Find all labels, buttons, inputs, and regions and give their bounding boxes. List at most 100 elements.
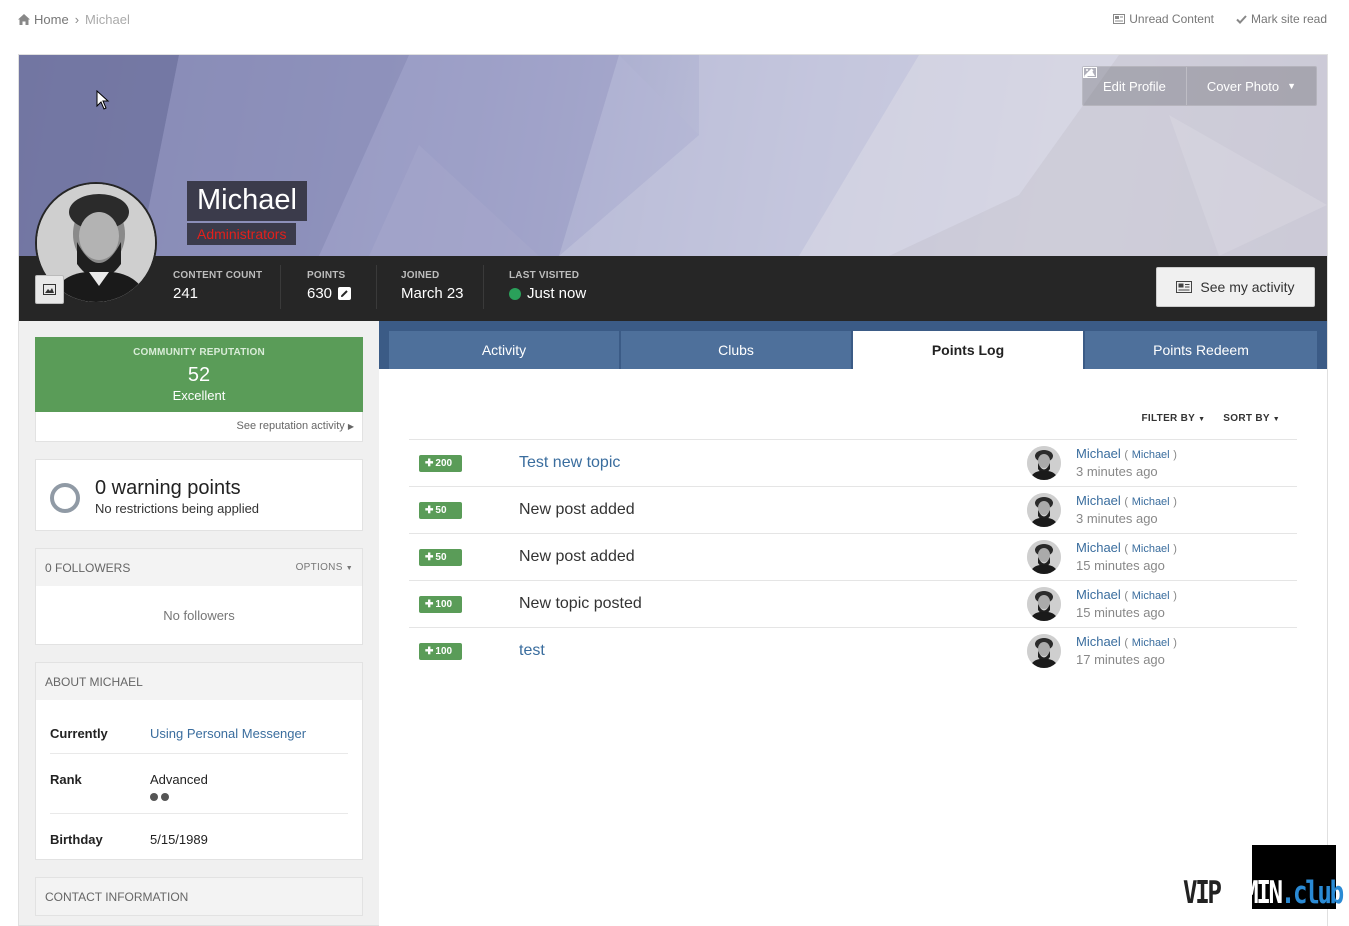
avatar[interactable] <box>1027 446 1061 480</box>
user-small-link[interactable]: Michael <box>1132 590 1170 602</box>
followers-empty: No followers <box>163 607 235 623</box>
user-small-link[interactable]: Michael <box>1132 637 1170 649</box>
log-title: New post added <box>519 548 635 565</box>
points-badge: ✚ 50 <box>419 549 462 566</box>
avatar[interactable] <box>1027 493 1061 527</box>
log-time: 3 minutes ago <box>1076 464 1158 479</box>
sort-by-button[interactable]: SORT BY ▼ <box>1223 413 1280 424</box>
mark-site-read-label: Mark site read <box>1250 12 1327 26</box>
breadcrumb-home[interactable]: Home <box>18 12 69 27</box>
newspaper-icon <box>1176 281 1193 293</box>
top-bar: Home › Michael Unread Content Mark site … <box>0 0 1349 40</box>
cover-actions: Edit Profile Cover Photo ▼ <box>1081 66 1317 106</box>
contact-widget: CONTACT INFORMATION <box>35 877 363 916</box>
stat-joined: JOINED March 23 <box>401 270 464 302</box>
tab-points-redeem[interactable]: Points Redeem <box>1085 331 1317 369</box>
tab-clubs[interactable]: Clubs <box>621 331 851 369</box>
user-small-link[interactable]: Michael <box>1132 449 1170 461</box>
cover-photo-button[interactable]: Cover Photo ▼ <box>1082 67 1316 105</box>
see-reputation-activity-link[interactable]: See reputation activity ▶ <box>35 412 363 442</box>
warning-ring-icon <box>50 483 80 513</box>
stat-label: JOINED <box>401 270 440 281</box>
see-my-activity-label: See my activity <box>1200 279 1295 295</box>
points-value: 50 <box>435 552 447 563</box>
edit-points-icon[interactable] <box>338 287 352 300</box>
points-value: 100 <box>435 646 453 657</box>
user-link[interactable]: Michael <box>1076 587 1121 602</box>
tab-activity[interactable]: Activity <box>389 331 619 369</box>
edit-profile-button[interactable]: Edit Profile <box>1083 67 1186 105</box>
caret-down-icon: ▼ <box>1198 416 1206 423</box>
watermark-mid: ADMIN <box>1219 875 1283 911</box>
about-widget: ABOUT MICHAEL Currently Using Personal M… <box>35 662 363 860</box>
image-icon <box>43 284 56 295</box>
plus-icon: ✚ <box>425 458 434 469</box>
log-time: 15 minutes ago <box>1076 558 1165 573</box>
about-row-birthday: Birthday 5/15/1989 <box>50 814 348 859</box>
user-link[interactable]: Michael <box>1076 540 1121 555</box>
watermark-prefix: VIP <box>1183 875 1222 911</box>
log-title-link[interactable]: test <box>519 642 545 660</box>
log-filters: FILTER BY ▼ SORT BY ▼ <box>1142 413 1280 424</box>
about-value-link[interactable]: Using Personal Messenger <box>150 726 306 741</box>
mouse-cursor-icon <box>96 90 110 110</box>
stat-label: CONTENT COUNT <box>173 270 263 281</box>
change-photo-button[interactable] <box>35 275 64 304</box>
list-item: ✚ 200 Test new topic Michael ( Michael ) … <box>409 440 1297 487</box>
list-item: ✚ 100 New topic posted Michael ( Michael … <box>409 581 1297 628</box>
about-key: Currently <box>50 726 108 741</box>
stat-label: POINTS <box>307 270 346 281</box>
user-small-link[interactable]: Michael <box>1132 496 1170 508</box>
points-badge: ✚ 50 <box>419 502 462 519</box>
log-time: 17 minutes ago <box>1076 652 1165 667</box>
log-user: Michael ( Michael ) <box>1076 540 1177 555</box>
online-status-icon <box>509 287 521 300</box>
stat-divider <box>376 265 377 309</box>
tab-points-log[interactable]: Points Log <box>853 331 1083 369</box>
avatar[interactable] <box>1027 540 1061 574</box>
reputation-panel: COMMUNITY REPUTATION 52 Excellent <box>35 337 363 412</box>
profile-name: Michael <box>187 181 307 221</box>
avatar[interactable] <box>1027 634 1061 668</box>
contact-header: CONTACT INFORMATION <box>36 878 362 915</box>
newspaper-icon <box>1113 14 1126 24</box>
plus-icon: ✚ <box>425 646 434 657</box>
stat-value: 630 <box>307 285 333 302</box>
unread-content-link[interactable]: Unread Content <box>1113 12 1214 26</box>
profile-main: Activity Clubs Points Log Points Redeem … <box>379 321 1327 926</box>
followers-title: 0 FOLLOWERS <box>45 560 131 575</box>
rank-label: Advanced <box>150 772 208 787</box>
user-small-link[interactable]: Michael <box>1132 543 1170 555</box>
log-title-link[interactable]: Test new topic <box>519 454 620 472</box>
see-my-activity-button[interactable]: See my activity <box>1156 267 1315 307</box>
log-user: Michael ( Michael ) <box>1076 634 1177 649</box>
warning-subtitle: No restrictions being applied <box>95 501 260 516</box>
about-header: ABOUT MICHAEL <box>36 663 362 700</box>
stat-points: POINTS 630 <box>307 270 352 302</box>
points-value: 200 <box>435 458 453 469</box>
user-link[interactable]: Michael <box>1076 446 1121 461</box>
user-link[interactable]: Michael <box>1076 493 1121 508</box>
points-log-list: ✚ 200 Test new topic Michael ( Michael ) … <box>409 439 1297 675</box>
image-icon <box>1082 67 1097 78</box>
breadcrumb: Home › Michael <box>18 12 130 27</box>
user-link[interactable]: Michael <box>1076 634 1121 649</box>
about-title: ABOUT MICHAEL <box>45 674 143 689</box>
plus-icon: ✚ <box>425 552 434 563</box>
stat-value: March 23 <box>401 285 464 302</box>
home-icon <box>18 14 30 25</box>
followers-options-button[interactable]: OPTIONS ▼ <box>296 562 353 573</box>
filter-by-button[interactable]: FILTER BY ▼ <box>1142 413 1206 424</box>
followers-widget: 0 FOLLOWERS OPTIONS ▼ No followers <box>35 548 363 645</box>
about-row-currently: Currently Using Personal Messenger <box>50 708 348 754</box>
avatar[interactable] <box>1027 587 1061 621</box>
stat-content-count: CONTENT COUNT 241 <box>173 270 262 302</box>
see-reputation-activity-label: See reputation activity <box>236 420 345 432</box>
plus-icon: ✚ <box>425 505 434 516</box>
chevron-right-icon: › <box>74 12 80 27</box>
mark-site-read-link[interactable]: Mark site read <box>1236 12 1327 26</box>
options-label: OPTIONS <box>295 562 343 573</box>
points-value: 50 <box>435 505 447 516</box>
about-body: Currently Using Personal Messenger Rank … <box>36 700 362 859</box>
about-key: Birthday <box>50 832 103 847</box>
